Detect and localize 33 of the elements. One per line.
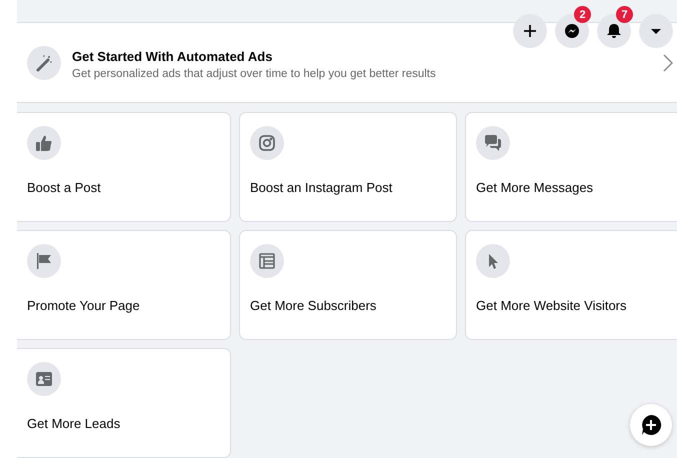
camera-icon <box>258 134 276 152</box>
flag-icon <box>35 252 53 270</box>
ad-goal-card[interactable]: Get More Subscribers <box>239 230 457 340</box>
banner-subtitle: Get personalized ads that adjust over time to help you get better results <box>72 68 437 80</box>
thumbs-up-icon <box>35 134 53 152</box>
ad-goal-card[interactable]: Get More Leads <box>17 348 231 458</box>
card-title: Get More Leads <box>27 416 122 431</box>
card-title: Promote Your Page <box>27 298 141 313</box>
layout-icon <box>258 252 276 270</box>
bell-icon <box>606 23 622 39</box>
card-title: Get More Subscribers <box>250 298 378 313</box>
banner-title: Get Started With Automated Ads <box>72 49 274 64</box>
chat-bubbles-icon <box>484 134 502 152</box>
ad-goal-card[interactable]: Get More Website Visitors <box>465 230 677 340</box>
header-round-button[interactable] <box>513 14 547 48</box>
magic-wand-icon <box>34 52 54 72</box>
ad-goal-card[interactable]: Boost an Instagram Post <box>239 112 457 222</box>
card-title: Boost an Instagram Post <box>250 180 394 195</box>
messenger-icon <box>564 23 580 39</box>
automated-ads-banner[interactable]: Get Started With Automated Ads Get personalized ads that adjust over time to help you get better results <box>17 22 677 103</box>
card-title: Boost a Post <box>27 180 102 195</box>
ad-goal-card[interactable]: Promote Your Page <box>17 230 231 340</box>
ad-goal-card[interactable]: Boost a Post <box>17 112 231 222</box>
card-title: Get More Website Visitors <box>476 298 628 313</box>
chevron-right-icon <box>663 54 673 72</box>
chat-plus-icon <box>640 414 662 436</box>
notification-badge: 2 <box>574 6 591 23</box>
id-card-icon <box>35 370 53 388</box>
notification-badge: 7 <box>616 6 633 23</box>
new-message-button[interactable] <box>630 404 672 446</box>
card-title: Get More Messages <box>476 180 594 195</box>
ad-goal-card[interactable]: Get More Messages <box>465 112 677 222</box>
plus-icon <box>522 23 538 39</box>
